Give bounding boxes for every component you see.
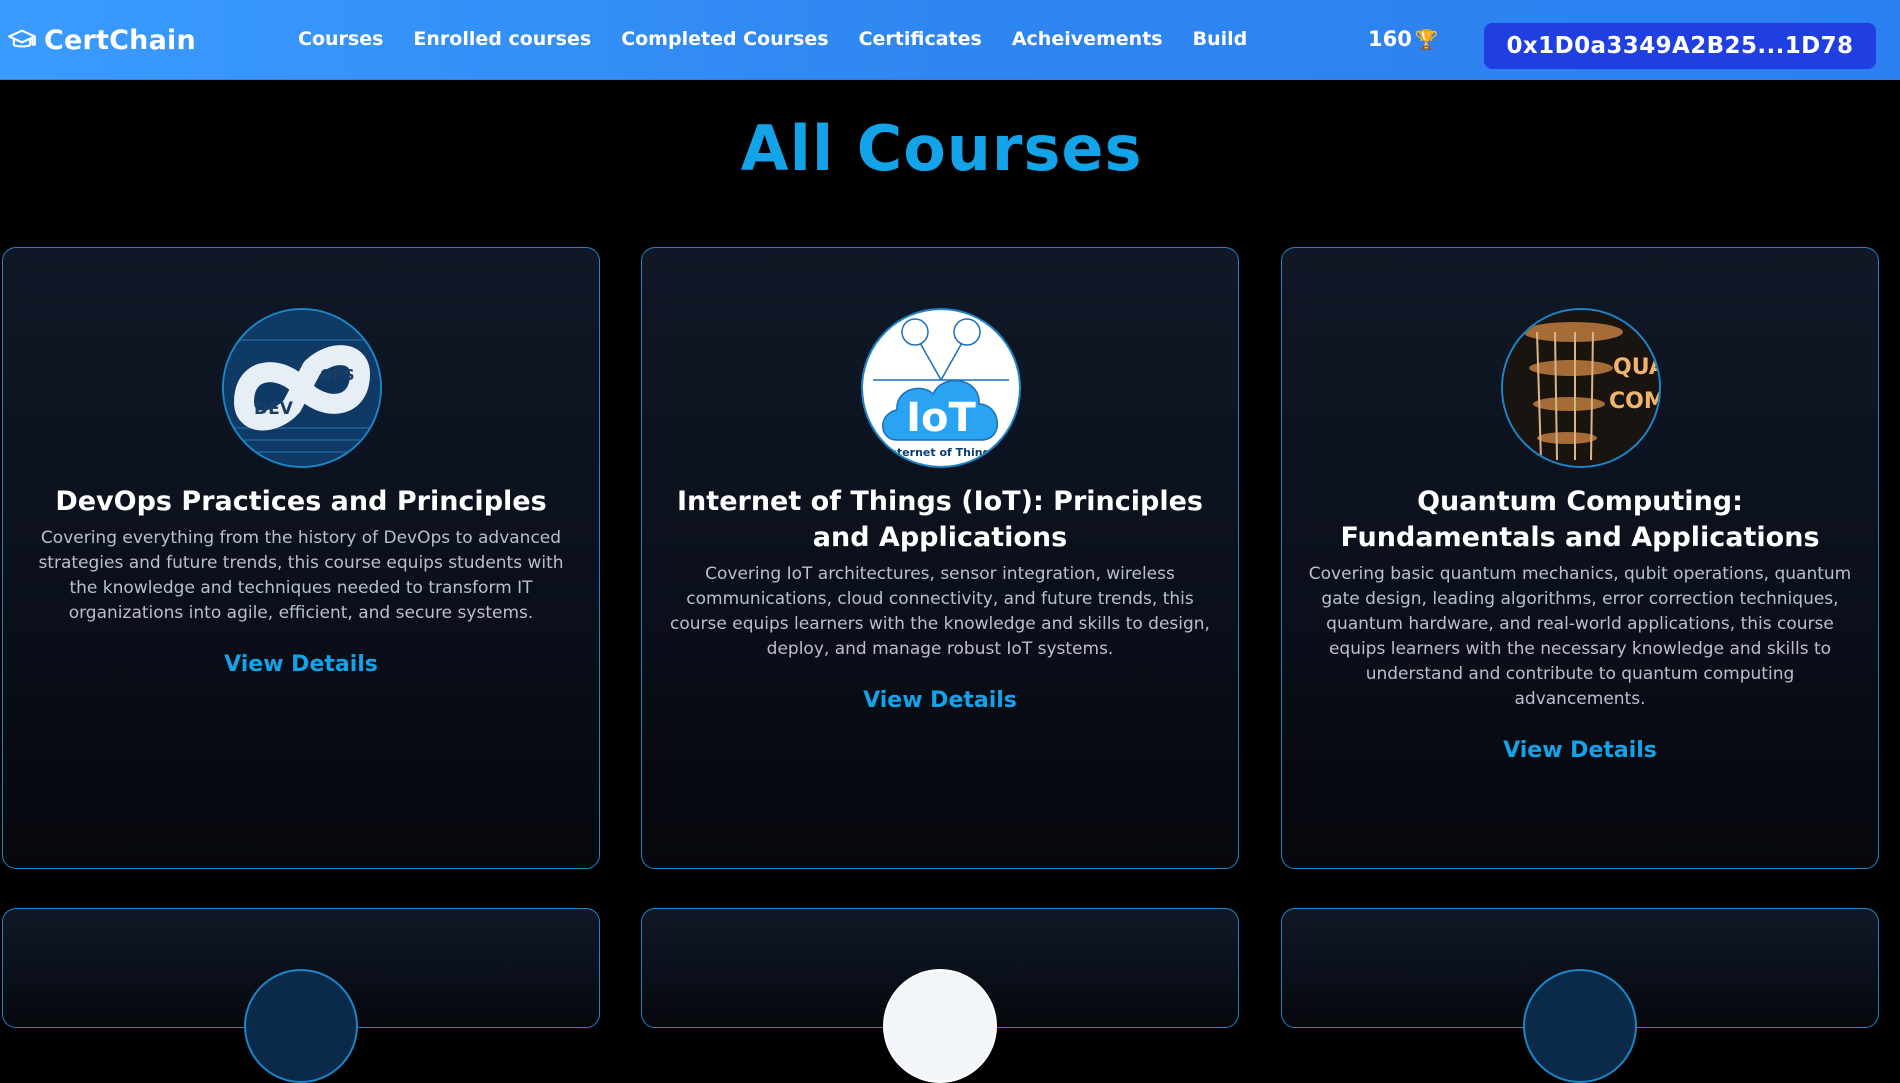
- course-description: Covering everything from the history of …: [38, 528, 564, 623]
- course-image-iot: IoT Internet of Things: [861, 308, 1021, 468]
- course-description: Covering basic quantum mechanics, qubit …: [1308, 564, 1852, 709]
- course-card: DEV OPS DevOps Practices and Principles …: [2, 247, 600, 869]
- view-details-link[interactable]: View Details: [863, 688, 1017, 713]
- course-description: Covering IoT architectures, sensor integ…: [670, 564, 1210, 659]
- devops-image: DEV OPS: [224, 310, 380, 466]
- brand-name: CertChain: [44, 24, 196, 56]
- course-title: Internet of Things (IoT): Principles and…: [677, 486, 1203, 553]
- course-title: Quantum Computing: Fundamentals and Appl…: [1340, 486, 1820, 553]
- nav-completed-courses[interactable]: Completed Courses: [621, 28, 828, 50]
- course-card-partial: [2, 908, 600, 1083]
- nav-enrolled-courses[interactable]: Enrolled courses: [413, 28, 591, 50]
- nav-achievements[interactable]: Acheivements: [1012, 28, 1163, 50]
- course-image-partial: [1523, 969, 1637, 1083]
- points-display: 160 🏆: [1368, 27, 1439, 51]
- course-card: IoT Internet of Things Internet of Thing…: [641, 247, 1239, 869]
- course-card-body: DevOps Practices and Principles Covering…: [29, 484, 573, 677]
- nav-menu: Courses Enrolled courses Completed Cours…: [298, 28, 1247, 50]
- course-card: QUA COMP Quantum Computing: Fundamentals…: [1281, 247, 1879, 869]
- trophy-icon: 🏆: [1414, 28, 1439, 51]
- quantum-image: QUA COMP: [1503, 310, 1659, 466]
- course-card-partial: [1281, 908, 1879, 1083]
- view-details-link[interactable]: View Details: [1503, 738, 1657, 763]
- top-navbar: CertChain Courses Enrolled courses Compl…: [0, 0, 1900, 80]
- course-title: DevOps Practices and Principles: [55, 486, 547, 517]
- view-details-link[interactable]: View Details: [224, 652, 378, 677]
- brand-logo[interactable]: CertChain: [8, 22, 196, 58]
- graduation-cap-icon: [8, 29, 36, 48]
- iot-image-caption-text: Internet of Things: [885, 446, 997, 459]
- page-title: All Courses: [740, 112, 1143, 185]
- nav-courses[interactable]: Courses: [298, 28, 383, 50]
- course-card-body: Quantum Computing: Fundamentals and Appl…: [1308, 484, 1852, 763]
- nav-certificates[interactable]: Certificates: [859, 28, 982, 50]
- course-card-body: Internet of Things (IoT): Principles and…: [668, 484, 1212, 713]
- course-image-devops: DEV OPS: [222, 308, 382, 468]
- nav-build[interactable]: Build: [1193, 28, 1248, 50]
- quantum-image-text-2: COMP: [1609, 389, 1659, 414]
- devops-image-ops-text: OPS: [320, 366, 355, 384]
- iot-image: IoT Internet of Things: [863, 310, 1019, 466]
- quantum-image-text-1: QUA: [1613, 355, 1659, 380]
- course-image-quantum: QUA COMP: [1501, 308, 1661, 468]
- course-image-partial: [244, 969, 358, 1083]
- points-value: 160: [1368, 27, 1412, 51]
- course-image-partial: [883, 969, 997, 1083]
- devops-image-dev-text: DEV: [254, 399, 294, 419]
- course-card-partial: [641, 908, 1239, 1083]
- iot-image-logo-text: IoT: [906, 395, 976, 441]
- wallet-address-button[interactable]: 0x1D0a3349A2B25...1D78: [1484, 23, 1876, 69]
